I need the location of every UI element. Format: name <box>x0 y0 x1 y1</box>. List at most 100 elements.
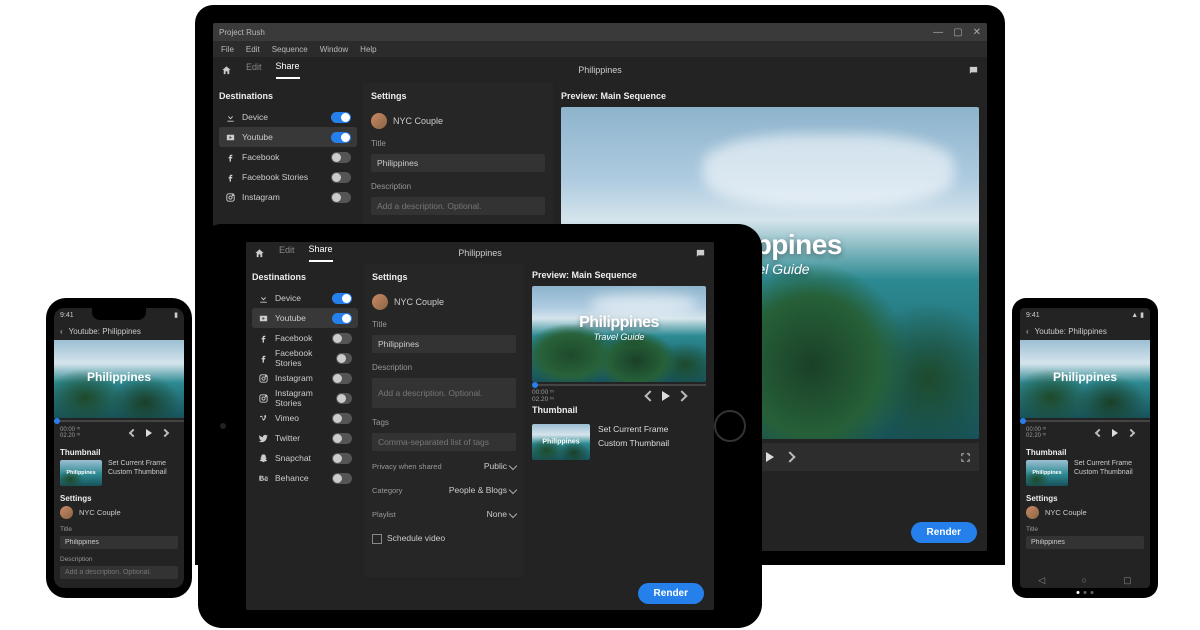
toggle-switch[interactable] <box>332 293 352 304</box>
nav-back-icon[interactable]: ◁ <box>1038 575 1045 586</box>
render-button[interactable]: Render <box>638 583 704 604</box>
destination-device[interactable]: Device <box>252 288 358 308</box>
play-icon[interactable] <box>766 452 774 462</box>
status-time: 9:41 <box>60 312 74 319</box>
preview-video[interactable]: Philippines <box>1020 340 1150 418</box>
menu-sequence[interactable]: Sequence <box>272 45 308 54</box>
destination-vimeo[interactable]: Vimeo <box>252 408 358 428</box>
minimize-icon[interactable]: — <box>933 27 943 38</box>
destination-instagram[interactable]: Instagram <box>252 368 358 388</box>
step-back-icon[interactable] <box>644 390 655 401</box>
tab-share[interactable]: Share <box>276 61 300 79</box>
destination-twitter[interactable]: Twitter <box>252 428 358 448</box>
render-button[interactable]: Render <box>911 522 977 543</box>
toggle-switch[interactable] <box>332 313 352 324</box>
toggle-switch[interactable] <box>332 473 352 484</box>
toggle-switch[interactable] <box>331 152 351 163</box>
toggle-switch[interactable] <box>331 172 351 183</box>
play-icon[interactable] <box>662 391 670 401</box>
destination-facebook-stories[interactable]: Facebook Stories <box>219 167 357 187</box>
destination-behance[interactable]: Behance <box>252 468 358 488</box>
home-icon[interactable] <box>221 65 232 76</box>
destination-instagram-stories[interactable]: Instagram Stories <box>252 388 358 408</box>
step-forward-icon[interactable] <box>784 451 795 462</box>
progress-bar[interactable] <box>1020 420 1150 422</box>
thumbnail-preview[interactable]: Philippines <box>60 460 102 486</box>
tab-share[interactable]: Share <box>309 244 333 262</box>
tab-edit[interactable]: Edit <box>279 245 295 261</box>
destination-youtube[interactable]: Youtube <box>219 127 357 147</box>
menu-file[interactable]: File <box>221 45 234 54</box>
destination-instagram[interactable]: Instagram <box>219 187 357 207</box>
schedule-checkbox[interactable]: Schedule video <box>372 533 516 544</box>
step-forward-icon[interactable] <box>1127 429 1135 437</box>
toggle-switch[interactable] <box>331 132 351 143</box>
close-icon[interactable]: ✕ <box>973 27 981 38</box>
channel-row[interactable]: NYC Couple <box>1026 506 1144 519</box>
play-icon[interactable] <box>146 429 152 437</box>
playlist-select[interactable]: PlaylistNone <box>372 505 516 523</box>
menu-window[interactable]: Window <box>320 45 348 54</box>
thumbnail-preview[interactable]: Philippines <box>532 424 590 460</box>
category-select[interactable]: CategoryPeople & Blogs <box>372 481 516 499</box>
step-back-icon[interactable] <box>129 429 137 437</box>
destination-snapchat[interactable]: Snapchat <box>252 448 358 468</box>
custom-thumbnail-link[interactable]: Custom Thumbnail <box>1074 469 1133 476</box>
destination-facebook-stories[interactable]: Facebook Stories <box>252 348 358 368</box>
progress-bar[interactable] <box>54 420 184 422</box>
menu-help[interactable]: Help <box>360 45 376 54</box>
step-forward-icon[interactable] <box>161 429 169 437</box>
destination-youtube[interactable]: Youtube <box>252 308 358 328</box>
step-forward-icon[interactable] <box>676 390 687 401</box>
channel-row[interactable]: NYC Couple <box>371 113 545 129</box>
title-input[interactable] <box>1026 536 1144 549</box>
toggle-switch[interactable] <box>332 453 352 464</box>
destination-facebook[interactable]: Facebook <box>252 328 358 348</box>
preview-video[interactable]: PhilippinesTravel Guide <box>532 286 706 382</box>
comment-icon[interactable] <box>968 65 979 76</box>
description-input[interactable] <box>372 378 516 408</box>
tablet-device: Edit Share Philippines Destinations Devi… <box>198 224 762 628</box>
destination-label: Twitter <box>275 433 300 443</box>
set-current-frame-link[interactable]: Set Current Frame <box>598 424 669 434</box>
title-input[interactable] <box>372 335 516 353</box>
description-input[interactable] <box>371 197 545 215</box>
play-icon[interactable] <box>1112 429 1118 437</box>
description-input[interactable] <box>60 566 178 579</box>
toggle-switch[interactable] <box>331 112 351 123</box>
nav-home-icon[interactable]: ○ <box>1081 575 1086 585</box>
toggle-switch[interactable] <box>336 393 352 404</box>
nav-recent-icon[interactable]: ▢ <box>1123 575 1132 586</box>
destination-facebook[interactable]: Facebook <box>219 147 357 167</box>
progress-bar[interactable] <box>532 384 706 386</box>
toggle-switch[interactable] <box>331 192 351 203</box>
expand-icon[interactable] <box>960 452 971 463</box>
set-current-frame-link[interactable]: Set Current Frame <box>1074 460 1133 467</box>
thumbnail-preview[interactable]: Philippines <box>1026 460 1068 486</box>
toggle-switch[interactable] <box>332 433 352 444</box>
channel-row[interactable]: NYC Couple <box>372 294 516 310</box>
toggle-switch[interactable] <box>332 413 352 424</box>
maximize-icon[interactable]: ▢ <box>953 27 962 38</box>
destination-device[interactable]: Device <box>219 107 357 127</box>
comment-icon[interactable] <box>695 248 706 259</box>
home-icon[interactable] <box>254 248 265 259</box>
title-input[interactable] <box>60 536 178 549</box>
custom-thumbnail-link[interactable]: Custom Thumbnail <box>598 438 669 448</box>
channel-row[interactable]: NYC Couple <box>60 506 178 519</box>
step-back-icon[interactable] <box>1095 429 1103 437</box>
menu-edit[interactable]: Edit <box>246 45 260 54</box>
toggle-switch[interactable] <box>332 333 352 344</box>
title-input[interactable] <box>371 154 545 172</box>
toggle-switch[interactable] <box>332 373 352 384</box>
privacy-select[interactable]: Privacy when sharedPublic <box>372 457 516 475</box>
back-icon[interactable]: ‹ <box>60 327 63 336</box>
toggle-switch[interactable] <box>336 353 352 364</box>
back-icon[interactable]: ‹ <box>1026 327 1029 336</box>
tags-input[interactable] <box>372 433 516 451</box>
destination-label: Snapchat <box>275 453 311 463</box>
tab-edit[interactable]: Edit <box>246 62 262 78</box>
custom-thumbnail-link[interactable]: Custom Thumbnail <box>108 469 167 476</box>
set-current-frame-link[interactable]: Set Current Frame <box>108 460 167 467</box>
preview-video[interactable]: Philippines <box>54 340 184 418</box>
